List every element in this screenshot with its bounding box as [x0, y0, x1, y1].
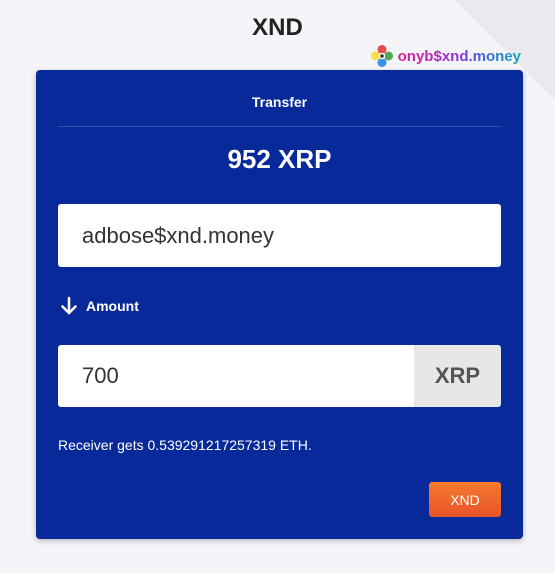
transfer-card: Transfer 952 XRP Amount XRP Receiver get…	[36, 70, 523, 539]
brand-logo-icon	[370, 44, 394, 68]
card-header: Transfer	[251, 94, 308, 110]
currency-addon: XRP	[414, 345, 501, 407]
amount-input[interactable]	[58, 345, 414, 407]
balance-amount: 952 XRP	[227, 144, 332, 174]
arrow-down-icon	[60, 296, 78, 316]
submit-button[interactable]: XND	[429, 482, 501, 517]
amount-input-group: XRP	[58, 345, 501, 407]
app-title: XND	[252, 14, 303, 41]
card-divider	[58, 126, 501, 127]
amount-label: Amount	[86, 298, 139, 314]
receiver-note: Receiver gets 0.539291217257319 ETH.	[58, 437, 312, 453]
brand-badge[interactable]: onyb$xnd.money	[370, 44, 521, 68]
amount-label-row: Amount	[60, 296, 139, 316]
recipient-input[interactable]	[58, 204, 501, 267]
brand-text: onyb$xnd.money	[397, 47, 521, 65]
